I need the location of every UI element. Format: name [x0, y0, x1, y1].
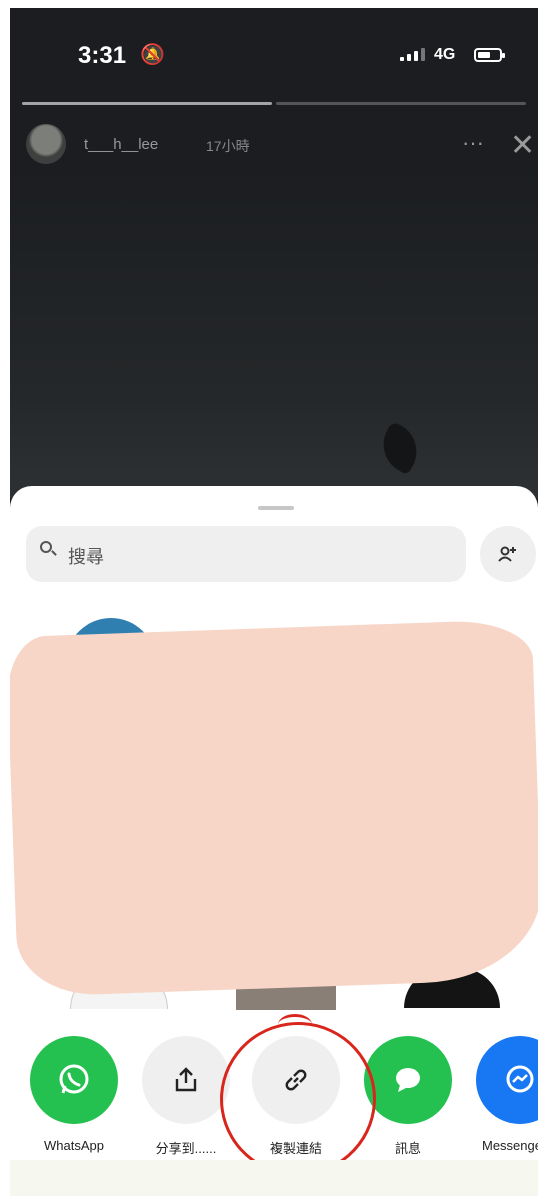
share-label: 訊息 [394, 1141, 421, 1156]
annotation-stroke [278, 1014, 312, 1035]
bell-slash-icon: 🔕 [140, 44, 165, 66]
search-icon [40, 541, 56, 557]
avatar[interactable] [26, 124, 66, 164]
close-icon[interactable]: ✕ [510, 128, 535, 163]
signal-icon [400, 48, 425, 61]
share-label: WhatsApp [44, 1138, 104, 1153]
status-bar: 3:31 🔕 4G [10, 8, 538, 108]
share-label: 分享到...... [155, 1141, 217, 1156]
contacts-grid [10, 598, 538, 1010]
search-placeholder: 搜尋 [68, 547, 104, 567]
phone-screen: 3:31 🔕 4G t___h__lee 17小時 ··· ✕ 搜尋 Whats… [10, 8, 538, 1196]
battery-icon [474, 48, 505, 62]
add-group-button[interactable] [480, 526, 536, 582]
sheet-handle[interactable] [258, 506, 294, 510]
share-label: Messenger [482, 1138, 538, 1153]
redaction-overlay [10, 618, 538, 998]
share-whatsapp-button[interactable]: WhatsApp [24, 1036, 124, 1153]
story-header: t___h__lee 17小時 ··· ✕ [10, 120, 538, 170]
share-upload-icon [175, 1067, 197, 1092]
messenger-icon [506, 1065, 534, 1093]
share-messenger-button[interactable]: Messenger [468, 1036, 538, 1153]
share-sheet: 搜尋 WhatsApp 分享到...... 複製連結 訊息 Messeng [10, 486, 538, 1196]
story-silhouette [372, 420, 428, 476]
story-username[interactable]: t___h__lee [84, 136, 158, 153]
story-progress [22, 102, 526, 105]
search-input[interactable]: 搜尋 [26, 526, 466, 582]
whatsapp-icon [59, 1064, 89, 1094]
network-type: 4G [434, 46, 456, 63]
status-time: 3:31 [78, 42, 127, 69]
story-image [10, 168, 538, 498]
more-dots-icon[interactable]: ··· [462, 130, 484, 156]
story-time: 17小時 [206, 138, 250, 154]
message-bubble-icon [396, 1068, 420, 1092]
add-group-icon [498, 546, 516, 562]
sheet-footer [10, 1160, 538, 1196]
